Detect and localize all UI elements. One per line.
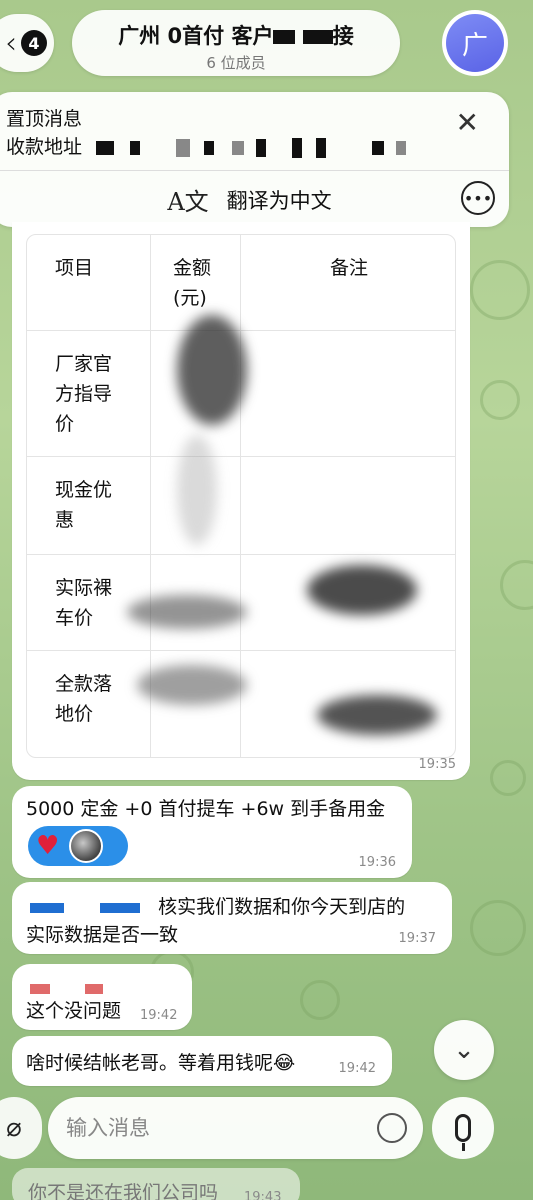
message-text: 这个没问题 xyxy=(26,1000,122,1022)
translate-icon: A文 xyxy=(167,188,209,216)
message-text: 实际数据是否一致 xyxy=(26,924,179,946)
translate-button[interactable]: A文 翻译为中文 xyxy=(0,172,509,227)
table-cell: 实际裸 车价 xyxy=(27,555,151,650)
reaction-chip[interactable]: ♥ xyxy=(28,826,128,866)
heart-icon: ♥ xyxy=(36,831,60,861)
microphone-icon xyxy=(455,1114,471,1151)
scroll-down-button[interactable]: ⌄ xyxy=(434,1020,494,1080)
table-cell: 现金优 惠 xyxy=(27,457,151,554)
message-time: 19:42 xyxy=(140,1008,178,1023)
table-row: 现金优 惠 xyxy=(27,457,455,555)
redaction-smudge xyxy=(127,595,247,629)
table-cell: 全款落 地价 xyxy=(27,651,151,757)
message-input-container xyxy=(48,1097,423,1159)
message-time: 19:43 xyxy=(244,1190,282,1200)
redaction-smudge xyxy=(307,565,417,615)
chevron-down-icon: ⌄ xyxy=(453,1035,475,1065)
table-header-cell: 备注 xyxy=(329,257,368,279)
pinned-message-bar[interactable]: 置顶消息 收款地址 ✕ A文 翻译为中文 xyxy=(0,92,509,227)
message-bubble: 你不是还在我们公司吗 19:43 xyxy=(12,1168,300,1200)
message-input[interactable] xyxy=(66,1111,356,1145)
redaction-smudge xyxy=(137,665,247,705)
sticker-icon[interactable] xyxy=(377,1113,407,1143)
chat-header: ‹ 4 广州 0首付 客户 接 6 位成员 广 xyxy=(0,0,533,92)
more-options-icon[interactable]: ••• xyxy=(461,181,495,215)
back-button[interactable]: ‹ 4 xyxy=(0,14,54,72)
message-text: 啥时候结帐老哥。等着用钱呢😂 xyxy=(26,1052,296,1074)
redaction-smudge xyxy=(177,435,217,545)
message-text: 5000 定金 +0 首付提车 +6w 到手备用金 xyxy=(26,798,386,820)
message-time: 19:37 xyxy=(398,931,436,946)
table-header-row: 项目 金额 (元) 备注 xyxy=(27,235,455,331)
message-text: 你不是还在我们公司吗 xyxy=(28,1182,219,1200)
message-table-bubble: 项目 金额 (元) 备注 厂家官 方指导 价 现金优 惠 实际裸 车价 全款落 … xyxy=(12,222,470,780)
message-bubble: 5000 定金 +0 首付提车 +6w 到手备用金 ♥ 19:36 xyxy=(12,786,412,878)
pinned-divider xyxy=(0,170,509,171)
table-cell xyxy=(241,331,455,456)
chat-title-pill[interactable]: 广州 0首付 客户 接 6 位成员 xyxy=(72,10,400,76)
reactor-avatar xyxy=(69,829,104,863)
message-bubble: 这个没问题 19:42 xyxy=(12,964,192,1030)
chevron-left-icon: ‹ xyxy=(5,25,17,61)
price-table: 项目 金额 (元) 备注 厂家官 方指导 价 现金优 惠 实际裸 车价 全款落 … xyxy=(26,234,456,758)
close-icon[interactable]: ✕ xyxy=(456,106,479,139)
group-avatar[interactable]: 广 xyxy=(442,10,508,76)
message-bubble: 核实我们数据和你今天到店的 实际数据是否一致 19:37 xyxy=(12,882,452,954)
table-cell: 厂家官 方指导 价 xyxy=(27,331,151,456)
translate-label: 翻译为中文 xyxy=(226,188,332,213)
table-cell xyxy=(241,457,455,554)
member-count: 6 位成员 xyxy=(206,54,266,72)
redaction-smudge xyxy=(177,315,247,425)
message-time: 19:35 xyxy=(418,757,456,772)
pinned-title: 置顶消息 xyxy=(6,108,83,130)
paperclip-icon: ⌀ xyxy=(6,1113,22,1143)
unread-badge: 4 xyxy=(21,30,47,56)
chat-title: 广州 0首付 客户 接 xyxy=(118,24,354,48)
table-header-cell: 项目 xyxy=(27,235,151,330)
pinned-text: 收款地址 xyxy=(6,132,407,159)
message-time: 19:36 xyxy=(358,855,396,870)
message-text: 核实我们数据和你今天到店的 xyxy=(30,892,405,919)
table-header-cell: 金额 (元) xyxy=(151,235,241,330)
voice-record-button[interactable] xyxy=(432,1097,494,1159)
redaction-smudge xyxy=(317,695,437,735)
message-time: 19:42 xyxy=(338,1061,376,1076)
sender-name-redacted xyxy=(30,978,104,997)
message-bubble: 啥时候结帐老哥。等着用钱呢😂 19:42 xyxy=(12,1036,392,1086)
